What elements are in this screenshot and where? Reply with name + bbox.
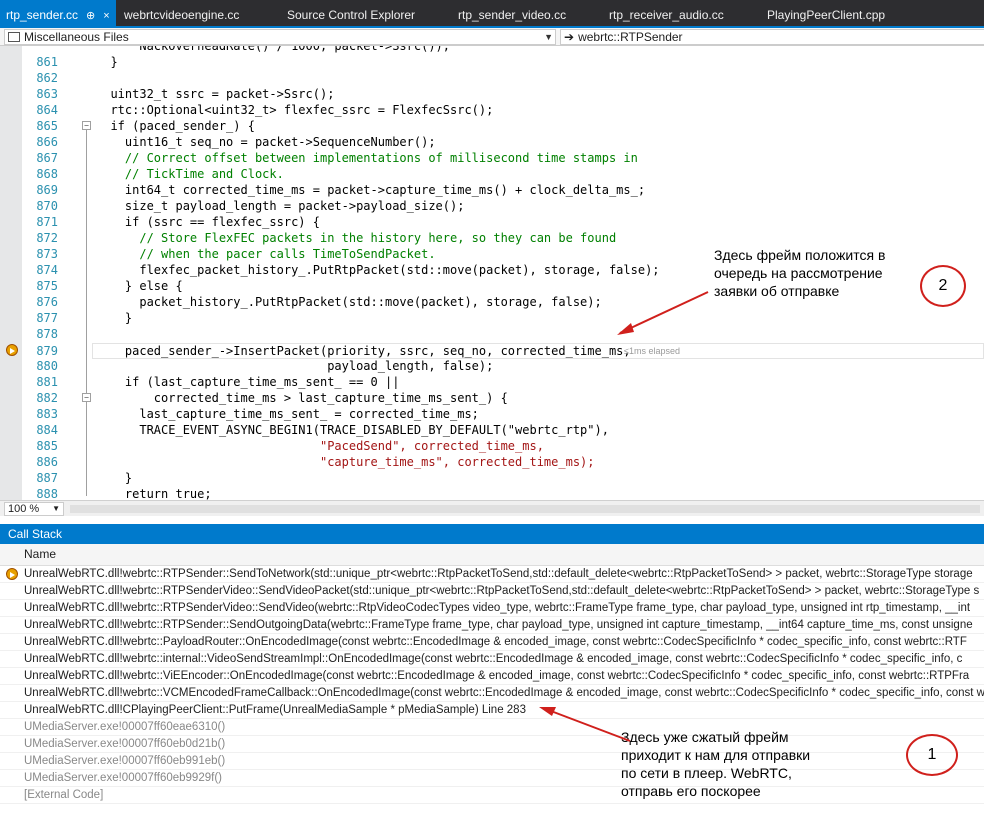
annotation-arrow-bottom — [542, 707, 631, 742]
annotation-arrowhead-top — [617, 323, 634, 335]
annotation-arrow-top — [619, 291, 709, 334]
annotation-arrowhead-bottom — [539, 707, 556, 716]
annotation-arrows — [539, 291, 709, 742]
